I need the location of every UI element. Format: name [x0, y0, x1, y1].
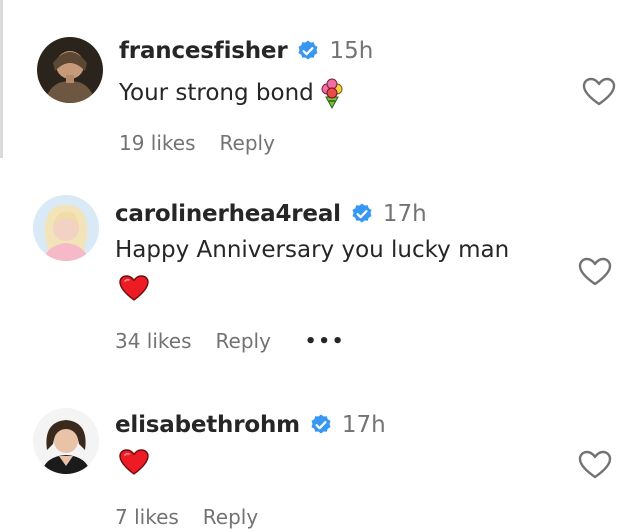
username[interactable]: francesfisher	[119, 38, 288, 64]
red-heart-icon	[118, 448, 150, 476]
timestamp[interactable]: 17h	[342, 412, 386, 438]
like-heart-icon[interactable]	[582, 77, 616, 107]
more-options-icon[interactable]: •••	[305, 331, 346, 352]
timestamp[interactable]: 17h	[383, 201, 427, 227]
like-heart-icon[interactable]	[578, 257, 612, 287]
reply-button[interactable]: Reply	[220, 131, 275, 155]
username[interactable]: carolinerhea4real	[115, 201, 341, 227]
avatar[interactable]	[37, 37, 103, 103]
verified-badge-icon	[309, 413, 333, 437]
reply-button[interactable]: Reply	[216, 329, 271, 353]
thread-rule	[0, 0, 3, 158]
verified-badge-icon	[296, 39, 320, 63]
likes-count[interactable]: 19 likes	[119, 131, 196, 155]
likes-count[interactable]: 7 likes	[115, 505, 179, 529]
verified-badge-icon	[350, 202, 374, 226]
likes-count[interactable]: 34 likes	[115, 329, 192, 353]
red-heart-icon	[118, 274, 150, 302]
comment-text: Happy Anniversary you lucky man	[115, 237, 510, 263]
avatar[interactable]	[33, 408, 99, 474]
comment-text: Your strong bond	[119, 80, 314, 106]
like-heart-icon[interactable]	[578, 450, 612, 480]
avatar[interactable]	[33, 195, 99, 261]
reply-button[interactable]: Reply	[203, 505, 258, 529]
bouquet-icon	[316, 77, 348, 110]
username[interactable]: elisabethrohm	[115, 412, 300, 438]
timestamp[interactable]: 15h	[329, 38, 373, 64]
